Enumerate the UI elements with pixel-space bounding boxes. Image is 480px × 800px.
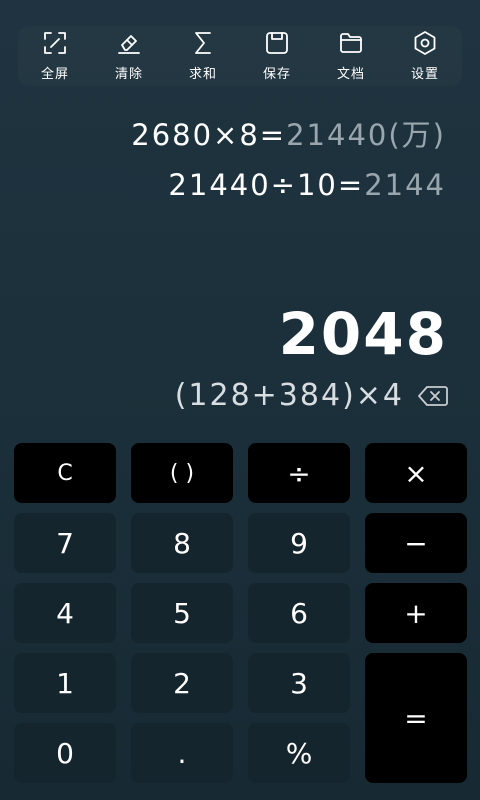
digit-7-key[interactable]: 7	[14, 513, 116, 573]
sum-label: 求和	[188, 67, 217, 82]
documents-label: 文档	[336, 67, 365, 82]
digit-9-key[interactable]: 9	[248, 513, 350, 573]
multiply-key[interactable]: ×	[365, 443, 467, 503]
history-expression: 2680×8=	[131, 118, 287, 152]
equals-key[interactable]: =	[365, 653, 467, 783]
folder-icon	[338, 30, 364, 60]
backspace-icon[interactable]	[418, 385, 448, 407]
expression-row: (128+384)×4	[175, 378, 448, 413]
save-icon	[264, 30, 290, 60]
expression-input[interactable]: (128+384)×4	[175, 378, 404, 413]
toolbar: 全屏 清除 求和 保存 文档 设置	[18, 26, 462, 86]
fullscreen-label: 全屏	[40, 67, 69, 82]
parentheses-key[interactable]: ( )	[131, 443, 233, 503]
clear-history-label: 清除	[114, 67, 143, 82]
digit-1-key[interactable]: 1	[14, 653, 116, 713]
history-line[interactable]: 21440÷10=2144	[131, 160, 446, 210]
history-result: 2144	[364, 168, 446, 202]
digit-5-key[interactable]: 5	[131, 583, 233, 643]
digit-6-key[interactable]: 6	[248, 583, 350, 643]
digit-3-key[interactable]: 3	[248, 653, 350, 713]
decimal-key[interactable]: .	[131, 723, 233, 783]
settings-label: 设置	[410, 67, 439, 82]
documents-button[interactable]: 文档	[320, 26, 382, 86]
settings-button[interactable]: 设置	[394, 26, 456, 86]
sigma-icon	[190, 30, 216, 60]
divide-key[interactable]: ÷	[248, 443, 350, 503]
sum-button[interactable]: 求和	[172, 26, 234, 86]
digit-0-key[interactable]: 0	[14, 723, 116, 783]
save-button[interactable]: 保存	[246, 26, 308, 86]
save-label: 保存	[262, 67, 291, 82]
digit-4-key[interactable]: 4	[14, 583, 116, 643]
keypad: C ( ) ÷ × 7 8 9 − 4 5 6 + 1 2 3 = 0 . %	[14, 443, 467, 783]
settings-icon	[412, 30, 438, 60]
plus-key[interactable]: +	[365, 583, 467, 643]
history-list: 2680×8=21440(万) 21440÷10=2144	[131, 110, 446, 210]
history-expression: 21440÷10=	[168, 168, 365, 202]
percent-key[interactable]: %	[248, 723, 350, 783]
fullscreen-button[interactable]: 全屏	[24, 26, 86, 86]
eraser-icon	[116, 30, 142, 60]
minus-key[interactable]: −	[365, 513, 467, 573]
result-display: 2048	[278, 300, 448, 368]
digit-8-key[interactable]: 8	[131, 513, 233, 573]
clear-history-button[interactable]: 清除	[98, 26, 160, 86]
digit-2-key[interactable]: 2	[131, 653, 233, 713]
clear-key[interactable]: C	[14, 443, 116, 503]
fullscreen-icon	[42, 30, 68, 60]
history-line[interactable]: 2680×8=21440(万)	[131, 110, 446, 160]
history-result: 21440(万)	[286, 118, 446, 152]
